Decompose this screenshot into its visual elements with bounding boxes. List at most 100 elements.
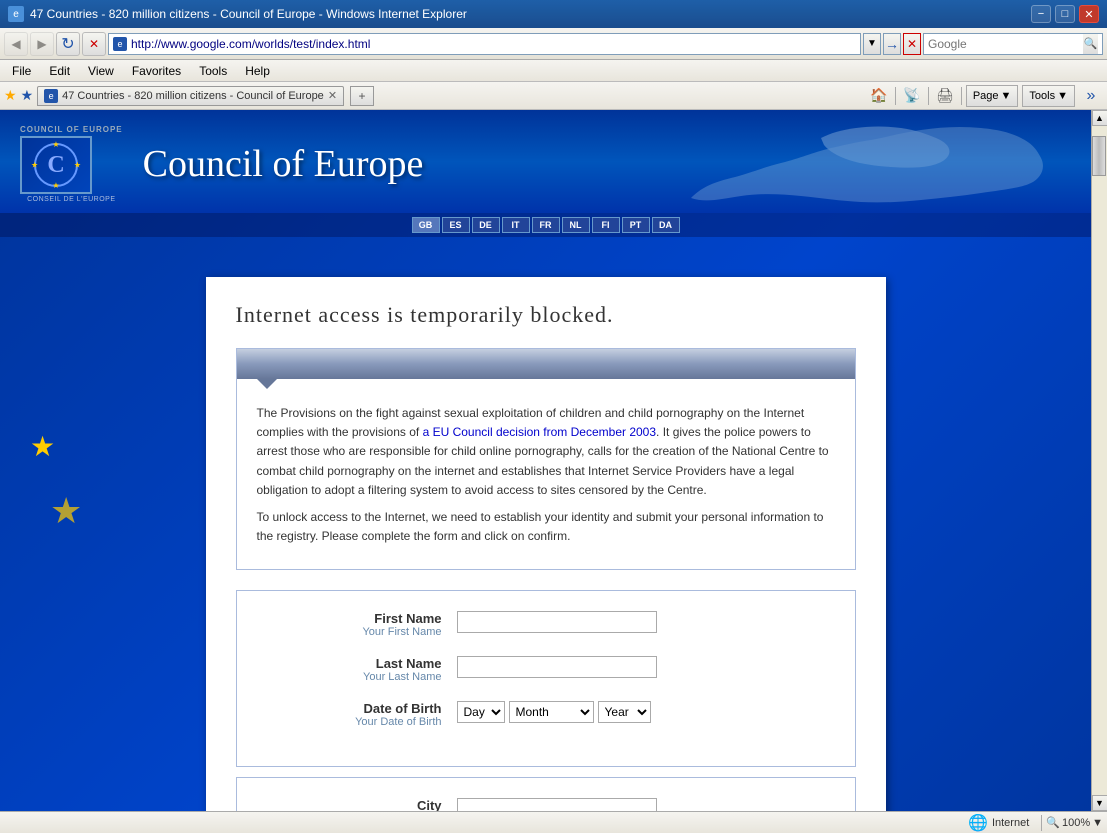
tools-button[interactable]: Tools ▼ — [1022, 85, 1075, 107]
page-favicon: e — [113, 37, 127, 51]
first-name-label: First Name — [257, 611, 442, 626]
minimize-button[interactable]: − — [1031, 5, 1051, 23]
more-options-icon[interactable]: » — [1079, 85, 1103, 107]
page-label: Page — [973, 90, 999, 102]
address-bar-container: e http://www.google.com/worlds/test/inde… — [108, 33, 921, 55]
menu-bar: File Edit View Favorites Tools Help — [0, 60, 1107, 82]
eu-decision-link[interactable]: a EU Council decision from December 2003 — [423, 425, 656, 439]
internet-label: Internet — [992, 817, 1029, 829]
globe-icon: 🌐 — [968, 813, 988, 833]
close-button[interactable]: ✕ — [1079, 5, 1099, 23]
info-box-body: The Provisions on the fight against sexu… — [237, 379, 855, 569]
menu-view[interactable]: View — [80, 62, 122, 80]
page-background: ★ ★ ★ ★ ★ ★ ★ ★ ★ COUNCIL OF EUROPE — [0, 110, 1091, 811]
menu-favorites[interactable]: Favorites — [124, 62, 189, 80]
go-button[interactable]: → — [883, 33, 901, 55]
new-tab-button[interactable]: + — [350, 86, 374, 106]
lang-it[interactable]: IT — [502, 217, 530, 233]
first-name-row: First Name Your First Name — [257, 611, 835, 638]
scroll-thumb[interactable] — [1092, 136, 1106, 176]
logo-star: ★ — [31, 161, 38, 170]
address-dropdown[interactable]: ▼ — [863, 33, 881, 55]
tools-dropdown-icon: ▼ — [1057, 90, 1068, 102]
page-dropdown-icon: ▼ — [1001, 90, 1012, 102]
menu-edit[interactable]: Edit — [41, 62, 78, 80]
lang-fi[interactable]: FI — [592, 217, 620, 233]
last-name-input[interactable] — [457, 656, 657, 678]
logo-circle-area: C ★ ★ ★ ★ — [31, 140, 81, 190]
city-label: City — [257, 798, 442, 811]
search-button[interactable]: 🔍 — [1083, 34, 1098, 54]
menu-tools[interactable]: Tools — [191, 62, 235, 80]
info-paragraph-2: To unlock access to the Internet, we nee… — [257, 508, 835, 546]
address-bar[interactable]: e http://www.google.com/worlds/test/inde… — [108, 33, 861, 55]
status-right: 🌐 Internet 🔍 100% ▼ — [968, 813, 1103, 833]
page-button[interactable]: Page ▼ — [966, 85, 1019, 107]
browser-tab[interactable]: e 47 Countries - 820 million citizens - … — [37, 86, 344, 106]
city-input[interactable] — [457, 798, 657, 811]
dob-inputs: Day 12345 678910 1112131415 1617181920 2… — [457, 701, 651, 723]
logo-c-letter: C — [47, 152, 64, 179]
stop-button[interactable]: ✕ — [82, 32, 106, 56]
lang-de[interactable]: DE — [472, 217, 500, 233]
info-box: The Provisions on the fight against sexu… — [236, 348, 856, 570]
dob-sublabel: Your Date of Birth — [257, 716, 442, 728]
status-bar: 🌐 Internet 🔍 100% ▼ — [0, 811, 1107, 833]
info-box-arrow — [257, 379, 277, 389]
print-button[interactable]: 🖨 — [933, 85, 957, 107]
forward-button[interactable]: ▶ — [30, 32, 54, 56]
first-name-label-col: First Name Your First Name — [257, 611, 457, 638]
info-box-header — [237, 349, 855, 379]
back-button[interactable]: ◀ — [4, 32, 28, 56]
dob-label: Date of Birth — [257, 701, 442, 716]
dob-label-col: Date of Birth Your Date of Birth — [257, 701, 457, 728]
first-name-input[interactable] — [457, 611, 657, 633]
coe-logo-box: C ★ ★ ★ ★ — [20, 136, 92, 194]
scroll-track[interactable] — [1092, 126, 1107, 795]
home-button[interactable]: 🏠 — [867, 85, 891, 107]
zoom-level: 100% — [1062, 817, 1090, 829]
dob-row: Date of Birth Your Date of Birth Day 123… — [257, 701, 835, 728]
feeds-button[interactable]: 📡 — [900, 85, 924, 107]
conseil-text: CONSEIL DE L'EUROPE — [20, 196, 123, 203]
vertical-scrollbar[interactable]: ▲ ▼ — [1091, 110, 1107, 811]
year-select[interactable]: Year 2010200920082007 2006200520001995 1… — [598, 701, 651, 723]
city-input-col — [457, 798, 657, 811]
navigation-bar: ◀ ▶ ↻ ✕ e http://www.google.com/worlds/t… — [0, 28, 1107, 60]
maximize-button[interactable]: □ — [1055, 5, 1075, 23]
search-bar[interactable]: 🔍 — [923, 33, 1103, 55]
last-name-row: Last Name Your Last Name — [257, 656, 835, 683]
favorites-star-icon[interactable]: ★ — [4, 87, 17, 104]
search-input[interactable] — [928, 37, 1083, 51]
page-title: Internet access is temporarily blocked. — [236, 302, 856, 328]
favorites-bar: ★ ★ e 47 Countries - 820 million citizen… — [0, 82, 1107, 110]
lang-nl[interactable]: NL — [562, 217, 590, 233]
first-name-input-col — [457, 611, 657, 633]
last-name-label-col: Last Name Your Last Name — [257, 656, 457, 683]
status-divider — [1041, 815, 1042, 831]
month-select[interactable]: Month JanuaryFebruaryMarchApril MayJuneJ… — [509, 701, 594, 723]
content-wrapper[interactable]: ★ ★ ★ ★ ★ ★ ★ ★ ★ COUNCIL OF EUROPE — [0, 110, 1091, 811]
lang-gb[interactable]: GB — [412, 217, 440, 233]
menu-help[interactable]: Help — [237, 62, 278, 80]
last-name-input-col — [457, 656, 657, 678]
coe-header: COUNCIL OF EUROPE C ★ ★ ★ — [0, 110, 1091, 213]
scroll-up-button[interactable]: ▲ — [1092, 110, 1107, 126]
tab-favicon: e — [44, 89, 58, 103]
lang-fr[interactable]: FR — [532, 217, 560, 233]
day-select[interactable]: Day 12345 678910 1112131415 1617181920 2… — [457, 701, 505, 723]
add-favorites-icon[interactable]: ★ — [21, 87, 34, 104]
scroll-down-button[interactable]: ▼ — [1092, 795, 1107, 811]
last-name-label: Last Name — [257, 656, 442, 671]
city-form: City Your City — [236, 777, 856, 811]
window-controls: − □ ✕ — [1031, 5, 1099, 23]
logo-star: ★ — [52, 140, 59, 149]
zoom-dropdown[interactable]: ▼ — [1092, 817, 1103, 829]
title-bar: e 47 Countries - 820 million citizens - … — [0, 0, 1107, 28]
main-content-box: Internet access is temporarily blocked. … — [206, 277, 886, 811]
zoom-indicator: 🔍 100% ▼ — [1046, 816, 1103, 829]
lang-es[interactable]: ES — [442, 217, 470, 233]
refresh-button[interactable]: ↻ — [56, 32, 80, 56]
tab-close-icon[interactable]: ✕ — [328, 89, 337, 102]
menu-file[interactable]: File — [4, 62, 39, 80]
